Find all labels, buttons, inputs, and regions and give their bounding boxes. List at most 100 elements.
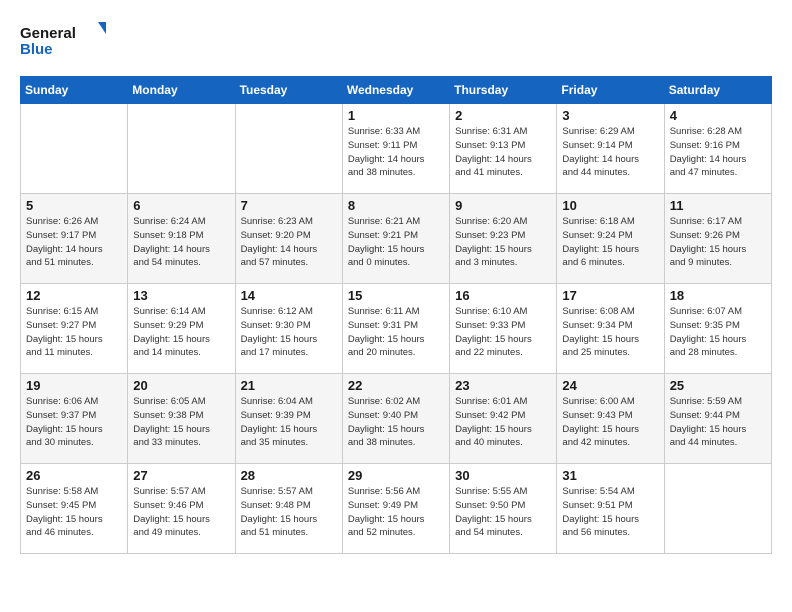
day-info: Sunrise: 6:15 AM Sunset: 9:27 PM Dayligh… <box>26 305 122 360</box>
calendar-cell: 8 Sunrise: 6:21 AM Sunset: 9:21 PM Daylig… <box>342 194 449 284</box>
day-info: Sunrise: 6:17 AM Sunset: 9:26 PM Dayligh… <box>670 215 766 270</box>
day-info: Sunrise: 6:05 AM Sunset: 9:38 PM Dayligh… <box>133 395 229 450</box>
day-number: 18 <box>670 288 766 303</box>
day-info: Sunrise: 6:06 AM Sunset: 9:37 PM Dayligh… <box>26 395 122 450</box>
day-info: Sunrise: 6:04 AM Sunset: 9:39 PM Dayligh… <box>241 395 337 450</box>
day-info: Sunrise: 6:12 AM Sunset: 9:30 PM Dayligh… <box>241 305 337 360</box>
calendar-cell: 24 Sunrise: 6:00 AM Sunset: 9:43 PM Dayli… <box>557 374 664 464</box>
day-number: 2 <box>455 108 551 123</box>
day-info: Sunrise: 6:18 AM Sunset: 9:24 PM Dayligh… <box>562 215 658 270</box>
calendar-cell: 18 Sunrise: 6:07 AM Sunset: 9:35 PM Dayli… <box>664 284 771 374</box>
calendar-week-row: 1 Sunrise: 6:33 AM Sunset: 9:11 PM Daylig… <box>21 104 772 194</box>
weekday-header: Monday <box>128 77 235 104</box>
day-info: Sunrise: 6:26 AM Sunset: 9:17 PM Dayligh… <box>26 215 122 270</box>
calendar-cell: 21 Sunrise: 6:04 AM Sunset: 9:39 PM Dayli… <box>235 374 342 464</box>
calendar-cell: 13 Sunrise: 6:14 AM Sunset: 9:29 PM Dayli… <box>128 284 235 374</box>
day-number: 26 <box>26 468 122 483</box>
calendar-cell: 14 Sunrise: 6:12 AM Sunset: 9:30 PM Dayli… <box>235 284 342 374</box>
day-number: 7 <box>241 198 337 213</box>
day-number: 25 <box>670 378 766 393</box>
day-info: Sunrise: 6:28 AM Sunset: 9:16 PM Dayligh… <box>670 125 766 180</box>
calendar-cell <box>664 464 771 554</box>
calendar-cell: 9Sunrise: 6:20 AM Sunset: 9:23 PM Daylig… <box>450 194 557 284</box>
day-number: 21 <box>241 378 337 393</box>
calendar-cell: 10 Sunrise: 6:18 AM Sunset: 9:24 PM Dayli… <box>557 194 664 284</box>
day-info: Sunrise: 5:59 AM Sunset: 9:44 PM Dayligh… <box>670 395 766 450</box>
calendar-week-row: 26 Sunrise: 5:58 AM Sunset: 9:45 PM Dayli… <box>21 464 772 554</box>
calendar-cell: 31Sunrise: 5:54 AM Sunset: 9:51 PM Dayli… <box>557 464 664 554</box>
day-info: Sunrise: 5:57 AM Sunset: 9:46 PM Dayligh… <box>133 485 229 540</box>
day-info: Sunrise: 5:58 AM Sunset: 9:45 PM Dayligh… <box>26 485 122 540</box>
calendar-cell: 3 Sunrise: 6:29 AM Sunset: 9:14 PM Daylig… <box>557 104 664 194</box>
calendar-cell: 26 Sunrise: 5:58 AM Sunset: 9:45 PM Dayli… <box>21 464 128 554</box>
calendar-table: SundayMondayTuesdayWednesdayThursdayFrid… <box>20 76 772 554</box>
calendar-cell <box>128 104 235 194</box>
calendar-cell: 4 Sunrise: 6:28 AM Sunset: 9:16 PM Daylig… <box>664 104 771 194</box>
day-number: 15 <box>348 288 444 303</box>
day-number: 31 <box>562 468 658 483</box>
day-number: 23 <box>455 378 551 393</box>
day-number: 30 <box>455 468 551 483</box>
calendar-cell: 28 Sunrise: 5:57 AM Sunset: 9:48 PM Dayli… <box>235 464 342 554</box>
calendar-cell: 17 Sunrise: 6:08 AM Sunset: 9:34 PM Dayli… <box>557 284 664 374</box>
day-info: Sunrise: 6:33 AM Sunset: 9:11 PM Dayligh… <box>348 125 444 180</box>
day-number: 10 <box>562 198 658 213</box>
day-info: Sunrise: 6:02 AM Sunset: 9:40 PM Dayligh… <box>348 395 444 450</box>
day-info: Sunrise: 6:10 AM Sunset: 9:33 PM Dayligh… <box>455 305 551 360</box>
calendar-cell: 22Sunrise: 6:02 AM Sunset: 9:40 PM Dayli… <box>342 374 449 464</box>
day-info: Sunrise: 6:24 AM Sunset: 9:18 PM Dayligh… <box>133 215 229 270</box>
weekday-header: Saturday <box>664 77 771 104</box>
day-number: 20 <box>133 378 229 393</box>
calendar-cell: 19Sunrise: 6:06 AM Sunset: 9:37 PM Dayli… <box>21 374 128 464</box>
calendar-cell <box>235 104 342 194</box>
day-info: Sunrise: 6:29 AM Sunset: 9:14 PM Dayligh… <box>562 125 658 180</box>
weekday-header: Thursday <box>450 77 557 104</box>
day-info: Sunrise: 6:14 AM Sunset: 9:29 PM Dayligh… <box>133 305 229 360</box>
day-number: 14 <box>241 288 337 303</box>
calendar-cell: 6 Sunrise: 6:24 AM Sunset: 9:18 PM Daylig… <box>128 194 235 284</box>
weekday-header-row: SundayMondayTuesdayWednesdayThursdayFrid… <box>21 77 772 104</box>
day-number: 6 <box>133 198 229 213</box>
calendar-cell: 15 Sunrise: 6:11 AM Sunset: 9:31 PM Dayli… <box>342 284 449 374</box>
day-info: Sunrise: 6:07 AM Sunset: 9:35 PM Dayligh… <box>670 305 766 360</box>
weekday-header: Sunday <box>21 77 128 104</box>
day-number: 1 <box>348 108 444 123</box>
day-info: Sunrise: 6:08 AM Sunset: 9:34 PM Dayligh… <box>562 305 658 360</box>
day-info: Sunrise: 6:00 AM Sunset: 9:43 PM Dayligh… <box>562 395 658 450</box>
day-info: Sunrise: 5:57 AM Sunset: 9:48 PM Dayligh… <box>241 485 337 540</box>
day-info: Sunrise: 6:23 AM Sunset: 9:20 PM Dayligh… <box>241 215 337 270</box>
calendar-week-row: 12 Sunrise: 6:15 AM Sunset: 9:27 PM Dayli… <box>21 284 772 374</box>
calendar-week-row: 5Sunrise: 6:26 AM Sunset: 9:17 PM Daylig… <box>21 194 772 284</box>
day-number: 29 <box>348 468 444 483</box>
day-info: Sunrise: 5:55 AM Sunset: 9:50 PM Dayligh… <box>455 485 551 540</box>
svg-text:Blue: Blue <box>20 41 53 58</box>
calendar-cell: 12 Sunrise: 6:15 AM Sunset: 9:27 PM Dayli… <box>21 284 128 374</box>
day-number: 4 <box>670 108 766 123</box>
svg-text:General: General <box>20 25 76 42</box>
calendar-cell: 20 Sunrise: 6:05 AM Sunset: 9:38 PM Dayli… <box>128 374 235 464</box>
day-info: Sunrise: 5:56 AM Sunset: 9:49 PM Dayligh… <box>348 485 444 540</box>
calendar-cell: 5Sunrise: 6:26 AM Sunset: 9:17 PM Daylig… <box>21 194 128 284</box>
day-info: Sunrise: 6:21 AM Sunset: 9:21 PM Dayligh… <box>348 215 444 270</box>
day-number: 24 <box>562 378 658 393</box>
day-number: 17 <box>562 288 658 303</box>
day-number: 8 <box>348 198 444 213</box>
day-info: Sunrise: 6:31 AM Sunset: 9:13 PM Dayligh… <box>455 125 551 180</box>
day-number: 13 <box>133 288 229 303</box>
weekday-header: Tuesday <box>235 77 342 104</box>
day-info: Sunrise: 6:01 AM Sunset: 9:42 PM Dayligh… <box>455 395 551 450</box>
calendar-cell: 25 Sunrise: 5:59 AM Sunset: 9:44 PM Dayli… <box>664 374 771 464</box>
day-number: 16 <box>455 288 551 303</box>
logo: General Blue <box>20 20 110 60</box>
calendar-cell: 16 Sunrise: 6:10 AM Sunset: 9:33 PM Dayli… <box>450 284 557 374</box>
calendar-cell <box>21 104 128 194</box>
day-number: 12 <box>26 288 122 303</box>
calendar-cell: 23 Sunrise: 6:01 AM Sunset: 9:42 PM Dayli… <box>450 374 557 464</box>
day-info: Sunrise: 6:11 AM Sunset: 9:31 PM Dayligh… <box>348 305 444 360</box>
day-number: 28 <box>241 468 337 483</box>
calendar-cell: 7 Sunrise: 6:23 AM Sunset: 9:20 PM Daylig… <box>235 194 342 284</box>
logo-svg: General Blue <box>20 20 110 60</box>
day-number: 11 <box>670 198 766 213</box>
calendar-cell: 11 Sunrise: 6:17 AM Sunset: 9:26 PM Dayli… <box>664 194 771 284</box>
day-number: 3 <box>562 108 658 123</box>
